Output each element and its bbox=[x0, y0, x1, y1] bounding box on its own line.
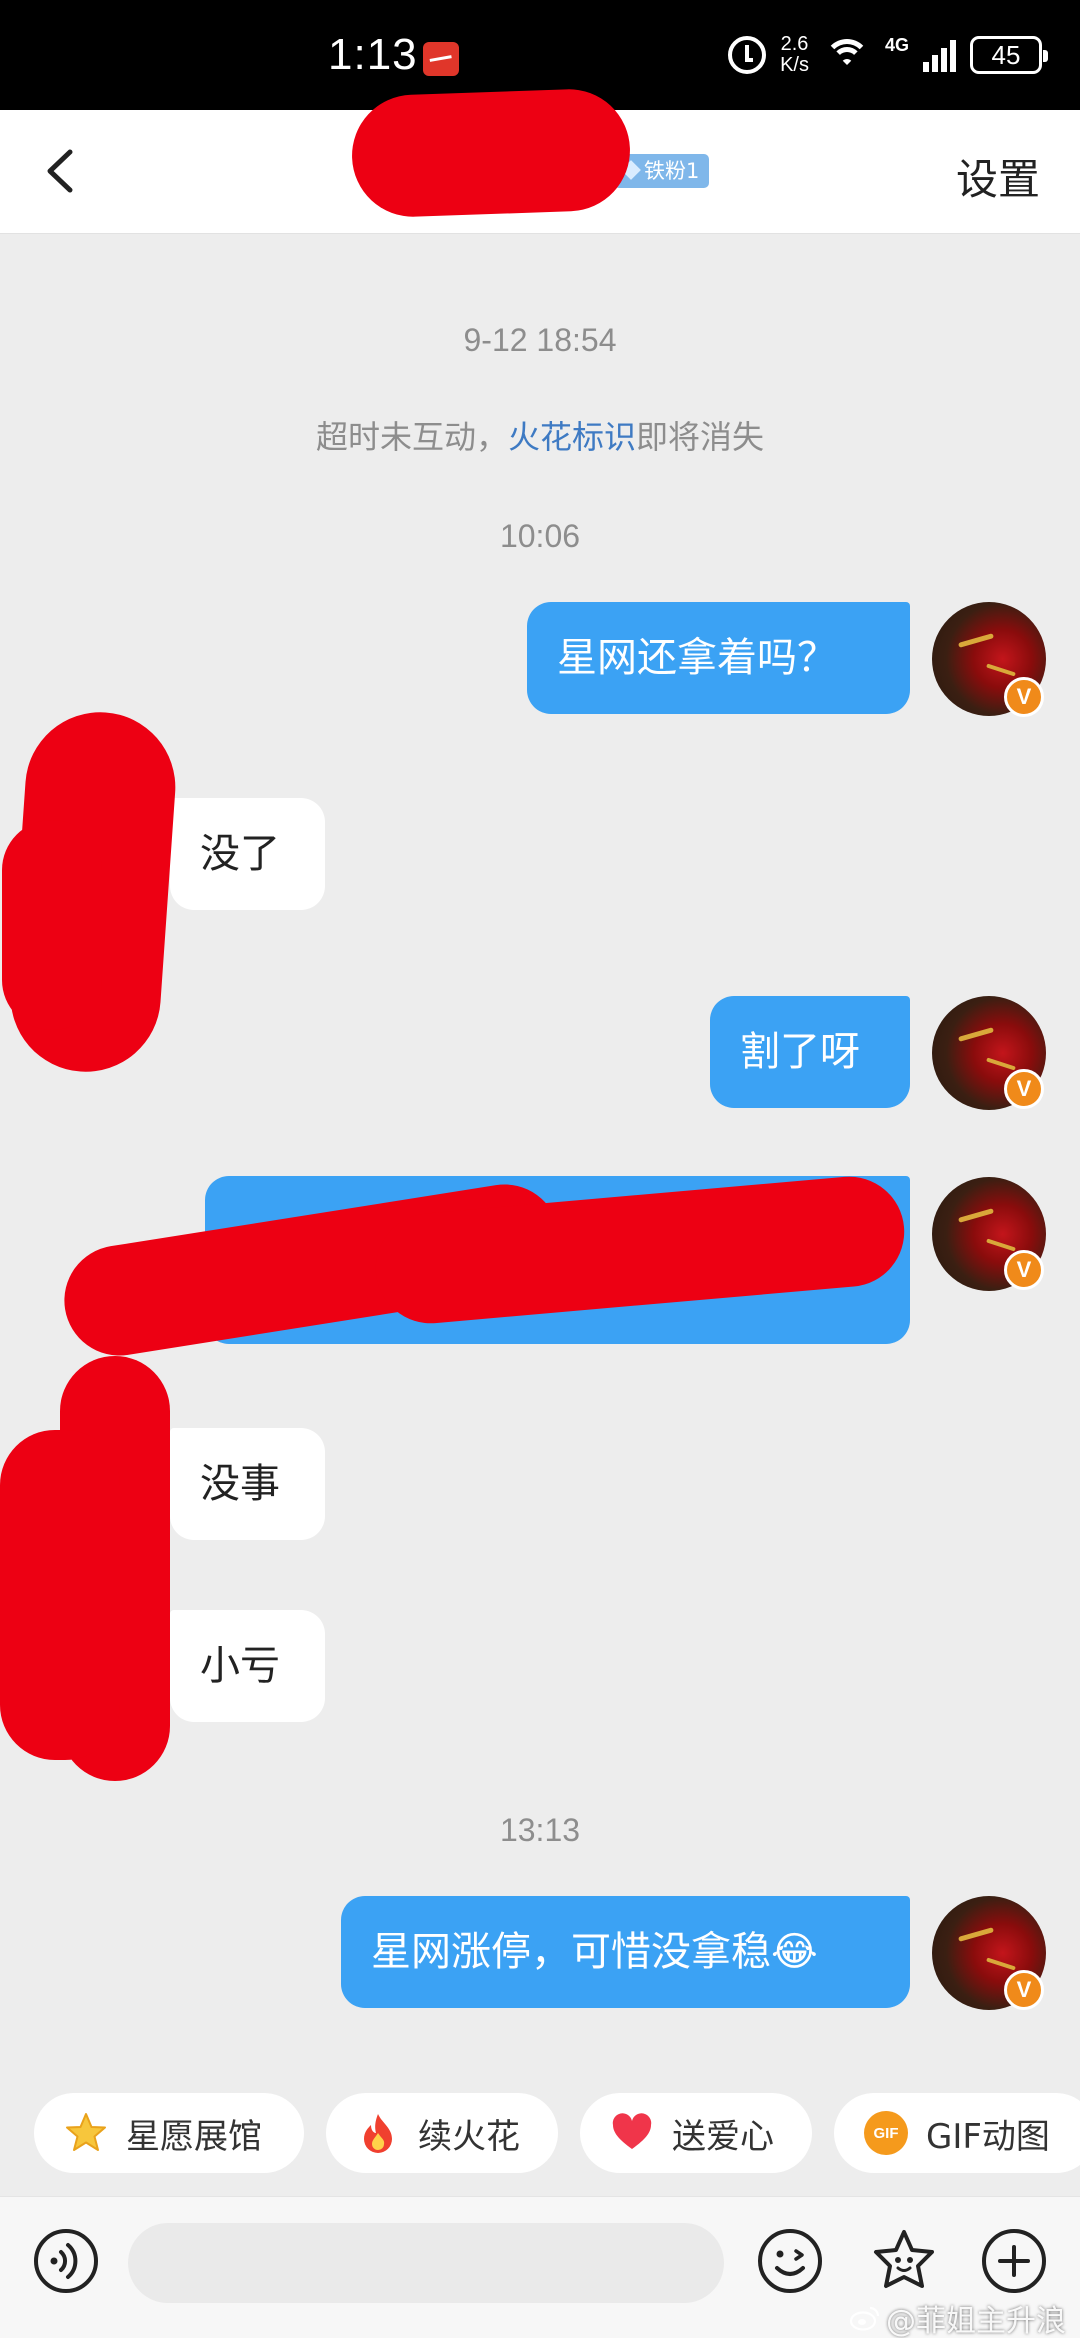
star-icon bbox=[64, 2111, 108, 2155]
verified-badge-icon: V bbox=[1004, 1970, 1044, 2010]
quick-action-send-love[interactable]: 送爱心 bbox=[580, 2093, 812, 2173]
net-speed: 2.6 K/s bbox=[780, 34, 809, 76]
gif-icon: GIF bbox=[864, 2111, 908, 2155]
spark-mark-link[interactable]: 火花标识 bbox=[508, 418, 636, 456]
back-arrow-icon[interactable] bbox=[40, 148, 86, 194]
chip-label: 星愿展馆 bbox=[126, 2116, 262, 2157]
status-icons: 2.6 K/s 4G 45 bbox=[728, 34, 1048, 76]
chip-label: 送爱心 bbox=[672, 2116, 774, 2157]
system-notice: 超时未互动，火花标识即将消失 bbox=[0, 412, 1080, 458]
sticker-star-icon[interactable] bbox=[870, 2227, 938, 2295]
quick-action-star-gallery[interactable]: 星愿展馆 bbox=[34, 2093, 304, 2173]
outgoing-message-bubble[interactable]: 割了呀 bbox=[710, 996, 910, 1108]
stock-app-notification-icon bbox=[423, 42, 459, 76]
redaction-mark-avatar bbox=[2, 820, 102, 1030]
signal-icon bbox=[923, 38, 956, 72]
wifi-icon bbox=[823, 37, 871, 73]
weibo-logo-icon bbox=[850, 2306, 880, 2331]
outgoing-message-bubble[interactable]: 星网涨停，可惜没拿稳😂 bbox=[341, 1896, 910, 2008]
verified-badge-icon: V bbox=[1004, 1250, 1044, 1290]
outgoing-message-bubble[interactable]: 星网还拿着吗？ bbox=[527, 602, 910, 714]
status-time: 1:13 bbox=[328, 30, 418, 79]
timestamp: 9-12 18:54 bbox=[463, 322, 617, 358]
network-type: 4G bbox=[884, 34, 909, 55]
timestamp: 13:13 bbox=[499, 1812, 581, 1848]
net-speed-value: 2.6 bbox=[780, 33, 809, 55]
alarm-icon bbox=[728, 36, 767, 74]
gif-icon-text: GIF bbox=[873, 2124, 899, 2142]
system-notice-text: 即将消失 bbox=[636, 418, 765, 456]
incoming-message-bubble[interactable]: 没事 bbox=[170, 1428, 325, 1540]
watermark-text: @菲姐主升浪 bbox=[886, 2304, 1066, 2338]
verified-badge-icon: V bbox=[1004, 677, 1044, 717]
voice-icon[interactable] bbox=[32, 2227, 100, 2295]
redaction-mark-avatar bbox=[0, 1430, 120, 1760]
incoming-message-bubble[interactable]: 小亏 bbox=[170, 1610, 325, 1722]
settings-button[interactable]: 设置 bbox=[956, 146, 1040, 207]
add-icon[interactable] bbox=[980, 2227, 1048, 2295]
net-speed-unit: K/s bbox=[780, 54, 809, 76]
battery-icon: 45 bbox=[970, 36, 1048, 74]
system-notice-text: 超时未互动， bbox=[315, 418, 508, 456]
quick-action-gif[interactable]: GIF GIF动图 bbox=[834, 2093, 1080, 2173]
incoming-message-bubble[interactable]: 没了 bbox=[170, 798, 325, 910]
message-input[interactable] bbox=[128, 2223, 724, 2303]
chip-label: 续火花 bbox=[418, 2116, 520, 2157]
chip-label: GIF动图 bbox=[926, 2116, 1050, 2157]
timestamp: 10:06 bbox=[499, 518, 581, 554]
verified-badge-icon: V bbox=[1004, 1069, 1044, 1109]
quick-action-continue-spark[interactable]: 续火花 bbox=[326, 2093, 558, 2173]
fire-icon bbox=[356, 2111, 400, 2155]
emoji-icon[interactable] bbox=[756, 2227, 824, 2295]
redaction-mark-title bbox=[349, 87, 633, 219]
heart-icon bbox=[610, 2111, 654, 2155]
weibo-watermark: @菲姐主升浪 bbox=[850, 2296, 1066, 2338]
